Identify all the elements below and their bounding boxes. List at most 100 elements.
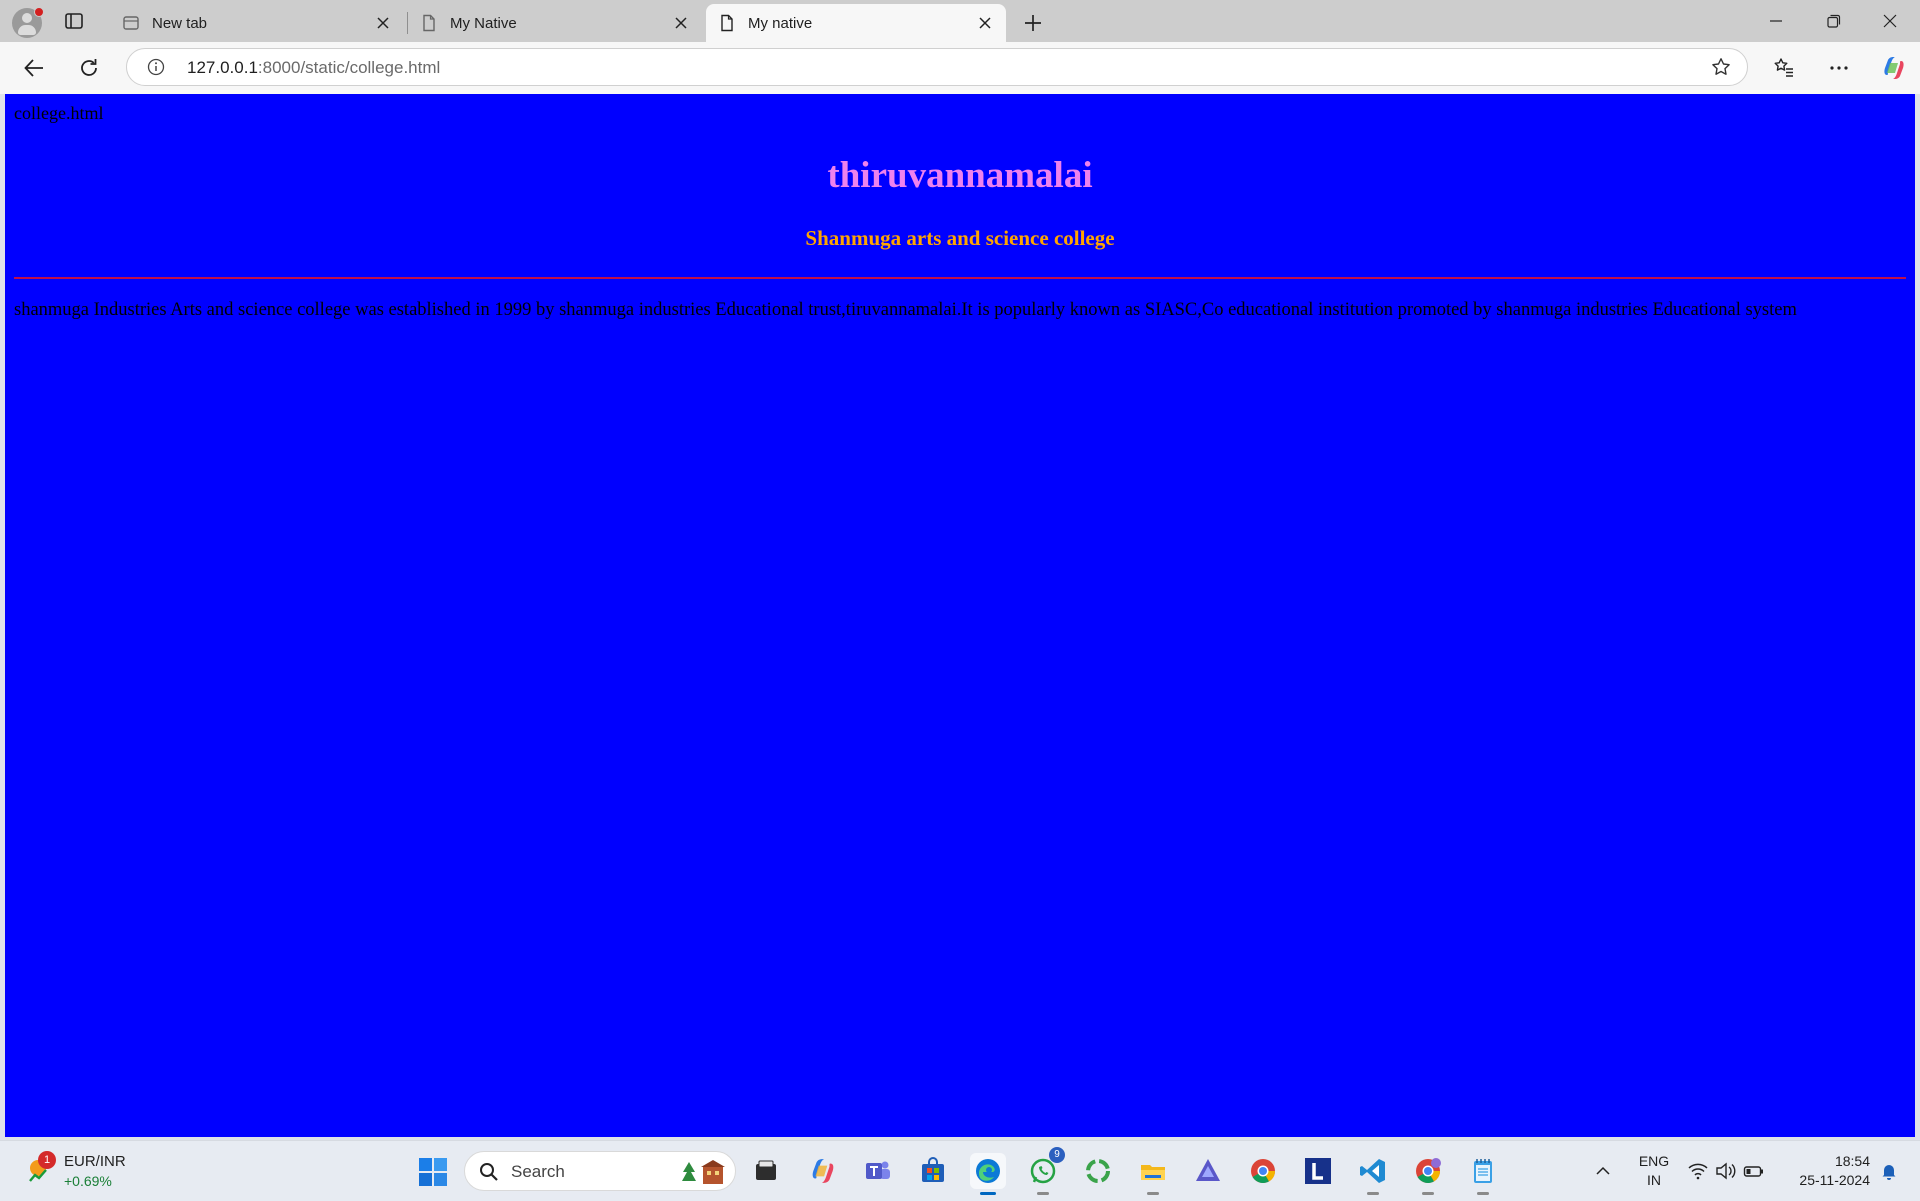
running-indicator [1037,1192,1049,1195]
active-indicator [980,1192,996,1195]
page-heading: thiruvannamalai [827,155,1093,196]
taskbar-app-affinity[interactable] [1190,1153,1226,1189]
favorites-icon [1774,58,1793,77]
new-tab-button[interactable] [1020,10,1046,36]
favorite-star-icon[interactable] [1711,57,1731,77]
site-info-icon[interactable] [147,58,165,76]
page-subheading: Shanmuga arts and science college [805,226,1115,250]
taskbar-app-file-explorer[interactable] [1135,1153,1171,1195]
minimize-button[interactable] [1748,0,1804,42]
clock-time: 18:54 [1834,1153,1870,1169]
refresh-icon [81,59,97,76]
tab-strip: New tab My Native My native [0,0,1920,42]
tab-label: My Native [450,14,517,32]
copilot-button[interactable] [1880,54,1908,82]
taskbar-app-vscode[interactable] [1355,1153,1391,1195]
favorites-button[interactable] [1770,54,1798,82]
search-icon [480,1163,498,1181]
chevron-up-icon [1596,1166,1610,1175]
chrome-profile-icon [1416,1158,1441,1184]
running-indicator [1422,1192,1434,1195]
language-indicator[interactable]: ENG IN [1634,1152,1674,1190]
search-highlight-icon [682,1160,725,1184]
taskbar-app-chrome[interactable] [1245,1153,1281,1189]
taskbar: 1 EUR/INR +0.69% Search 9 ENG IN 18:54 2… [0,1140,1920,1201]
copilot-icon [812,1159,834,1183]
taskbar-search[interactable]: Search [464,1151,736,1191]
taskbar-app-l[interactable] [1300,1153,1336,1189]
widget-badge: 1 [38,1151,56,1169]
notifications-button[interactable] [1874,1141,1904,1201]
tab-actions-icon[interactable] [64,11,84,31]
circle-app-icon [1086,1159,1110,1183]
taskbar-app-circle[interactable] [1080,1153,1116,1189]
language-line-2: IN [1647,1172,1661,1188]
plus-icon [1025,15,1041,31]
bell-icon [1882,1165,1896,1180]
document-icon [721,14,733,32]
affinity-icon [1196,1159,1220,1181]
tab-label: New tab [152,14,208,32]
taskbar-app-files[interactable] [748,1153,784,1189]
refresh-button[interactable] [75,54,103,82]
document-icon [423,14,435,32]
files-icon [756,1160,776,1180]
taskbar-app-edge[interactable] [970,1153,1006,1195]
new-tab-page-icon [123,16,139,30]
tab-my-native-active[interactable]: My native [706,4,1006,42]
weather-finance-widget[interactable]: 1 EUR/INR +0.69% [22,1151,182,1193]
close-icon [1883,14,1897,28]
widget-title: EUR/INR [64,1153,126,1170]
taskbar-app-chrome-profile[interactable] [1410,1153,1446,1195]
taskbar-app-whatsapp[interactable]: 9 [1025,1147,1065,1195]
close-window-button[interactable] [1862,0,1918,42]
l-app-icon [1305,1158,1331,1184]
tab-new-tab[interactable]: New tab [110,4,404,42]
system-tray-status[interactable] [1684,1141,1768,1201]
more-dots-icon [1830,66,1848,70]
notification-dot [34,7,44,17]
restore-button[interactable] [1806,0,1862,42]
tab-my-native[interactable]: My Native [408,4,702,42]
close-tab-icon[interactable] [976,14,994,32]
horizontal-rule [14,277,1906,279]
vscode-icon [1360,1159,1385,1183]
teams-icon [866,1161,890,1179]
minimize-icon [1770,20,1782,22]
tab-label: My native [748,14,813,32]
close-tab-icon[interactable] [374,14,392,32]
whatsapp-badge: 9 [1049,1147,1065,1163]
browser-toolbar: 127.0.0.1:8000/static/college.html [0,42,1920,94]
url-text[interactable]: 127.0.0.1:8000/static/college.html [187,58,440,78]
restore-icon [1827,14,1841,28]
address-bar[interactable]: 127.0.0.1:8000/static/college.html [126,48,1748,86]
back-arrow-icon [24,59,43,77]
taskbar-clock[interactable]: 18:54 25-11-2024 [1778,1152,1870,1190]
close-tab-icon[interactable] [672,14,690,32]
running-indicator [1147,1192,1159,1195]
wifi-icon [1688,1163,1708,1180]
clock-date: 25-11-2024 [1799,1172,1870,1188]
page-title-text: college.html [14,103,104,123]
volume-icon [1716,1162,1736,1180]
taskbar-app-notepad[interactable] [1465,1153,1501,1195]
chrome-icon [1251,1159,1275,1184]
battery-icon [1743,1166,1763,1177]
store-icon [922,1157,944,1182]
windows-start-icon[interactable] [418,1157,448,1187]
copilot-icon [1884,57,1904,79]
search-placeholder: Search [511,1162,565,1181]
show-hidden-icons-button[interactable] [1588,1141,1618,1201]
profile-avatar-icon[interactable] [12,7,44,38]
back-button[interactable] [20,54,48,82]
notepad-icon [1474,1159,1492,1183]
taskbar-app-teams[interactable] [860,1153,896,1189]
page-viewport: college.html thiruvannamalai Shanmuga ar… [5,94,1915,1137]
url-path: :8000/static/college.html [257,58,441,77]
widget-value: +0.69% [64,1173,112,1189]
settings-more-button[interactable] [1825,54,1853,82]
taskbar-app-store[interactable] [915,1153,951,1189]
running-indicator [1367,1192,1379,1195]
description-paragraph: shanmuga Industries Arts and science col… [14,300,1797,320]
taskbar-app-copilot[interactable] [805,1153,841,1189]
